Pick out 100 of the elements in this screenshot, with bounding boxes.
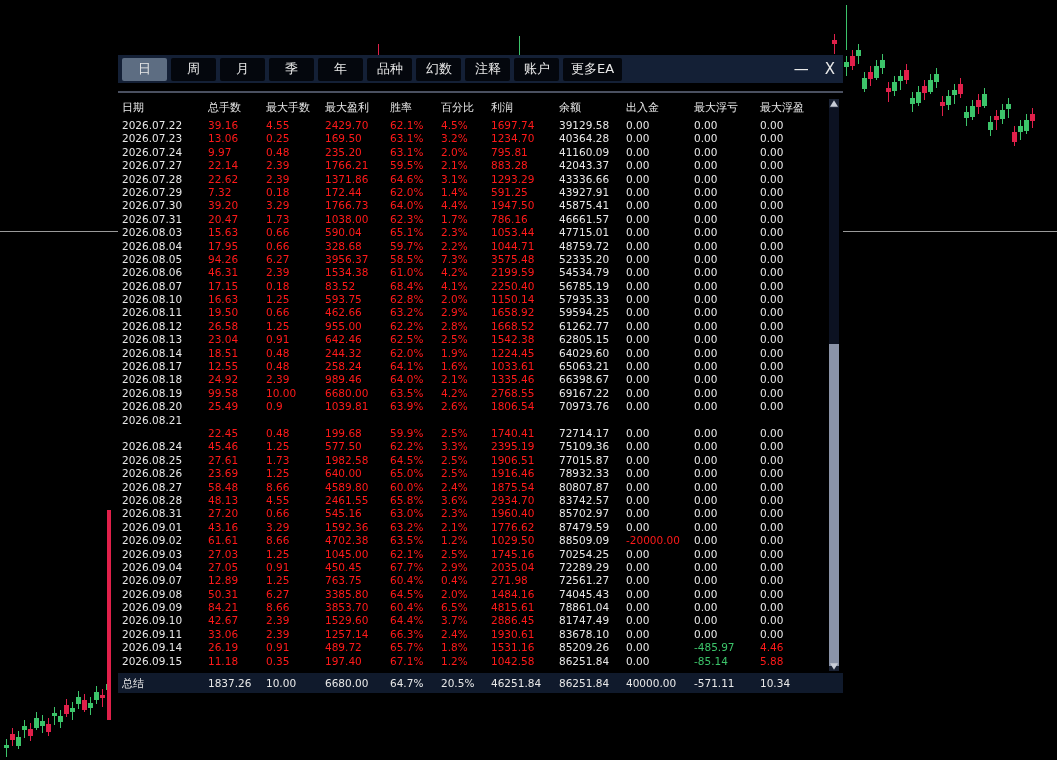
close-button[interactable]: X [820, 60, 839, 78]
table-cell: 52335.20 [559, 252, 610, 265]
table-cell: 0.91 [266, 641, 290, 654]
table-cell: 0.00 [760, 185, 784, 198]
table-cell: 42043.37 [559, 159, 610, 172]
table-cell: 0.48 [266, 427, 290, 439]
table-cell: 47715.01 [559, 226, 610, 239]
table-cell: 0.91 [266, 560, 290, 573]
tab[interactable]: 账户 [514, 57, 559, 81]
table-cell: 46.31 [208, 266, 239, 279]
table-cell: 2026.08.28 [122, 493, 183, 506]
table-cell: 5.88 [760, 654, 784, 667]
table-cell: 0.00 [694, 467, 718, 480]
table-cell: 45875.41 [559, 199, 610, 212]
table-cell: 1.6% [441, 360, 468, 373]
table-cell: 0.00 [760, 360, 784, 373]
table-cell: 59.9% [390, 427, 424, 439]
table-cell: 0.66 [266, 306, 290, 319]
scroll-down-icon[interactable] [829, 662, 839, 671]
table-cell: 65.7% [390, 641, 424, 654]
table-cell: 0.00 [760, 587, 784, 600]
table-cell: 3.29 [266, 520, 290, 533]
tab[interactable]: 月 [220, 57, 265, 81]
table-cell: 0.00 [760, 467, 784, 480]
table-cell: 1042.58 [491, 654, 535, 667]
table-cell: 0.00 [626, 266, 650, 279]
table-cell: 0.00 [626, 547, 650, 560]
summary-cell: 86251.84 [559, 677, 610, 689]
table-cell: 591.25 [491, 185, 528, 198]
tab[interactable]: 品种 [367, 57, 412, 81]
table-cell: 2026.08.03 [122, 226, 183, 239]
table-cell: 2026.07.31 [122, 212, 183, 225]
table-cell: 1960.40 [491, 507, 535, 520]
table-cell: 2.9% [441, 560, 468, 573]
table-cell: 0.00 [626, 159, 650, 172]
table-cell: 39.16 [208, 119, 239, 131]
table-cell: 27.61 [208, 453, 239, 466]
table-cell: 1.73 [266, 212, 290, 225]
table-cell: 62.8% [390, 293, 424, 306]
table-cell: 58.5% [390, 252, 424, 265]
table-cell: 61262.77 [559, 319, 610, 332]
table-cell: 2026.08.27 [122, 480, 183, 493]
tab[interactable]: 幻数 [416, 57, 461, 81]
table-cell: 0.35 [266, 654, 290, 667]
summary-cell: 10.00 [266, 677, 297, 689]
table-cell: 0.00 [760, 480, 784, 493]
table-cell: 2026.08.12 [122, 319, 183, 332]
table-cell: 0.00 [760, 293, 784, 306]
table-cell: 64.5% [390, 453, 424, 466]
table-cell: 0.00 [694, 601, 718, 614]
table-cell: 87479.59 [559, 520, 610, 533]
table-cell: 0.00 [626, 467, 650, 480]
table-cell: 43.16 [208, 520, 239, 533]
table-cell: 0.00 [694, 333, 718, 346]
scrollbar[interactable] [829, 99, 839, 671]
table-cell: 3956.37 [325, 252, 369, 265]
table-cell: 2026.08.05 [122, 252, 183, 265]
table-cell: 1053.44 [491, 226, 535, 239]
table-cell: 0.66 [266, 507, 290, 520]
minimize-button[interactable]: — [789, 60, 813, 78]
table-cell: 84.21 [208, 601, 239, 614]
table-cell: 235.20 [325, 145, 362, 158]
column-header: 出入金 [626, 101, 660, 116]
tab[interactable]: 季 [269, 57, 314, 81]
tab[interactable]: 注释 [465, 57, 510, 81]
table-cell: 33.06 [208, 627, 239, 640]
table-cell: 0.00 [760, 560, 784, 573]
table-cell: 0.00 [760, 400, 784, 413]
table-cell: 6.5% [441, 601, 468, 614]
table-cell: 0.00 [626, 172, 650, 185]
table-cell: 0.00 [694, 534, 718, 547]
table-cell: 3.1% [441, 172, 468, 185]
table-cell: 2026.08.11 [122, 306, 183, 319]
table-cell: 0.00 [694, 199, 718, 212]
scroll-up-icon[interactable] [829, 99, 839, 108]
table-cell: 62.1% [390, 547, 424, 560]
table-cell: 2.0% [441, 293, 468, 306]
tab[interactable]: 日 [122, 57, 167, 81]
table-cell: 0.00 [694, 373, 718, 386]
table-cell: 2199.59 [491, 266, 535, 279]
table-cell: 0.00 [694, 560, 718, 573]
table-cell: 2026.08.07 [122, 279, 183, 292]
tab[interactable]: 周 [171, 57, 216, 81]
table-cell: 328.68 [325, 239, 362, 252]
table-cell: 2.6% [441, 400, 468, 413]
table-cell: 2026.08.10 [122, 293, 183, 306]
table-cell: 2026.07.28 [122, 172, 183, 185]
table-cell: 0.00 [626, 427, 650, 439]
table-cell: 0.00 [760, 159, 784, 172]
table-cell: 2.5% [441, 467, 468, 480]
table-cell: 63.2% [390, 520, 424, 533]
table-cell: 0.00 [760, 574, 784, 587]
scroll-thumb[interactable] [829, 344, 839, 666]
table-cell: 2250.40 [491, 279, 535, 292]
table-cell: 72289.29 [559, 560, 610, 573]
tab[interactable]: 年 [318, 57, 363, 81]
tab[interactable]: 更多EA [563, 57, 623, 81]
table-cell: 66.3% [390, 627, 424, 640]
table-cell: 17.15 [208, 279, 239, 292]
table-cell: 0.00 [694, 172, 718, 185]
